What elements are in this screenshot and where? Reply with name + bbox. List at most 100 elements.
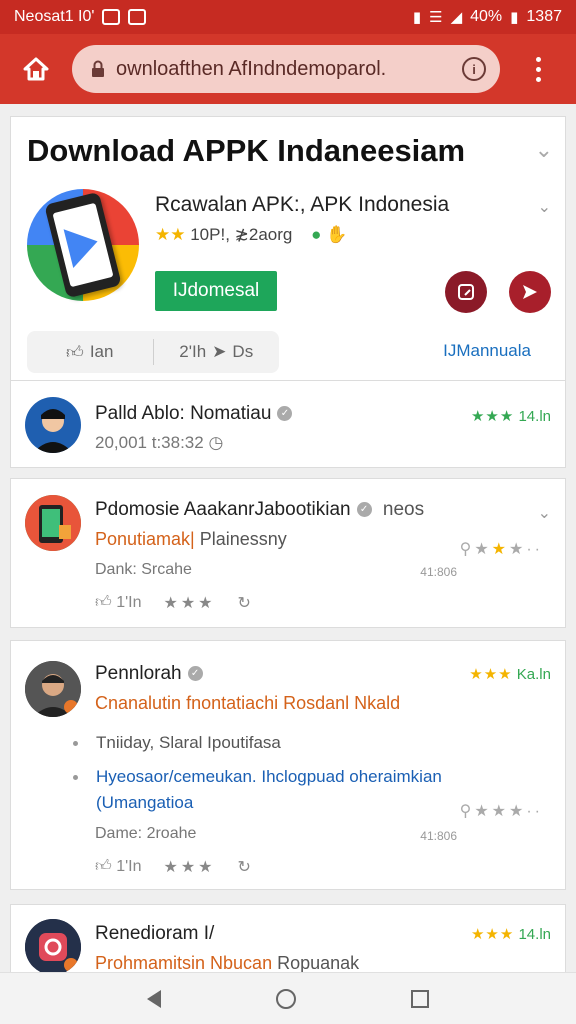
chevron-down-icon[interactable]: ⌄ xyxy=(538,503,551,523)
app-subtitle: Rcawalan APK:, APK Indonesia xyxy=(155,193,450,216)
overflow-menu-button[interactable] xyxy=(500,34,576,104)
thumbs-up-icon: 👍︎ xyxy=(66,342,84,362)
verified-icon: ✓ xyxy=(356,502,372,518)
battery-icon: ▮ xyxy=(510,9,519,26)
more-vert-icon xyxy=(535,56,541,62)
browser-toolbar: ownloafthen AfIndndemoparol. i xyxy=(0,34,576,104)
status-left-text: Neosat1 I0' xyxy=(14,8,95,25)
signal-icon: ◢ xyxy=(450,9,463,26)
person-icon xyxy=(33,409,73,453)
reply-icon[interactable]: ↻ xyxy=(238,593,251,613)
review-actions: 👍︎ 1'In ★★★ ↻ xyxy=(95,857,251,877)
message-icon xyxy=(128,9,147,25)
reviewer-name: Pdomosie AaakanrJabootikian ✓ neos xyxy=(95,499,425,520)
camera-app-icon xyxy=(25,919,81,972)
clock-icon: ◷ xyxy=(208,433,224,452)
star-icon: ★★★ xyxy=(470,408,515,425)
url-text[interactable]: ownloafthen AfIndndemoparol. xyxy=(116,58,462,81)
clock: 1387 xyxy=(526,8,562,25)
star-icon: ⚲★★★·· xyxy=(459,803,543,820)
review-date: Dame: 2roahe xyxy=(95,825,197,842)
battery-percent: 40% xyxy=(470,8,503,25)
close-icon[interactable]: ⌄ xyxy=(535,137,553,163)
home-circle-icon[interactable] xyxy=(275,988,296,1009)
review-card[interactable]: Pdomosie AaakanrJabootikian ✓ neos ⌄ Ponu… xyxy=(10,478,566,628)
send-button[interactable] xyxy=(509,271,551,313)
rating-text: 10P!, ≵2aorg xyxy=(190,225,293,244)
avatar xyxy=(25,495,81,551)
page-content[interactable]: Download APPK Indaneesiam ⌄ Rcawalan APK… xyxy=(0,104,576,972)
app-icon xyxy=(27,189,139,301)
app-rating: ★★ 10P!, ≵2aorg ● ✋ xyxy=(155,225,347,245)
star-icon: ★★★ xyxy=(470,926,515,943)
home-icon xyxy=(23,57,49,81)
avatar xyxy=(25,919,81,972)
star-icon: ★★★ xyxy=(469,666,513,683)
like-bar: 👍︎ Ian 2'Ih ➤ Ds xyxy=(27,331,279,373)
info-icon[interactable]: i xyxy=(462,57,486,81)
chevron-down-icon[interactable]: ⌄ xyxy=(538,197,551,217)
verified-icon: ✓ xyxy=(277,406,293,422)
status-bar: Neosat1 I0' ▮ ☰ ◢ 40% ▮ 1387 xyxy=(0,0,576,34)
app-store-icon xyxy=(25,495,81,551)
play-icon xyxy=(63,221,103,269)
wifi-icon: ☰ xyxy=(429,9,443,26)
review-small-number: 41:806 xyxy=(420,565,457,579)
thumbs-up-icon: 👍︎ xyxy=(95,594,112,611)
manual-link[interactable]: IJMannuala xyxy=(443,341,531,361)
star-icon[interactable]: ★★★ xyxy=(163,857,215,877)
star-icon: ⚲★ xyxy=(459,541,492,558)
review-subtitle: Ponutiamak| Plainessny xyxy=(95,529,287,549)
google-play-icon: ● xyxy=(311,225,322,244)
send-icon xyxy=(523,285,537,299)
star-icon[interactable]: ★★★ xyxy=(163,593,215,613)
list-item[interactable]: Hyeosaor/cemeukan. Ihclogpuad oheraimkia… xyxy=(73,767,442,787)
review-date: Dank: Srcahe xyxy=(95,561,192,578)
home-button[interactable] xyxy=(0,34,72,104)
review-rating: ★★★ Ka.ln xyxy=(469,666,551,683)
list-item: Tniiday, Slaral Ipoutifasa xyxy=(73,733,281,753)
edit-icon xyxy=(458,284,474,300)
system-nav-bar xyxy=(0,972,576,1024)
review-subtitle: Cnanalutin fnontatiachi Rosdanl Nkald xyxy=(95,693,401,713)
app-card: Download APPK Indaneesiam ⌄ Rcawalan APK… xyxy=(10,116,566,380)
star-rating-row[interactable]: ⚲★★★·· xyxy=(460,801,543,821)
page-title: Download APPK Indaneesiam xyxy=(27,133,466,168)
review-card[interactable]: Palld Ablo: Nomatiau ✓ ★★★ 14.ln 20,001 t… xyxy=(10,380,566,468)
download-button[interactable]: IJdomesal xyxy=(155,271,277,311)
back-icon[interactable] xyxy=(147,989,162,1008)
reviewer-name: Palld Ablo: Nomatiau ✓ xyxy=(95,403,293,425)
star-icon: ★★ xyxy=(155,225,186,244)
review-rating: ★★★ 14.ln xyxy=(470,408,551,425)
reviewer-name: Renedioram I/ xyxy=(95,923,215,944)
share-button[interactable] xyxy=(445,271,487,313)
list-item[interactable]: (Umangatioa xyxy=(96,793,193,813)
lock-icon xyxy=(92,60,104,77)
star-rating-row[interactable]: ⚲★★★·· xyxy=(460,539,543,559)
phone-icon xyxy=(44,191,122,299)
recents-icon[interactable] xyxy=(410,989,429,1008)
reply-icon[interactable]: ↻ xyxy=(238,857,251,877)
like-button[interactable]: 👍︎ 1'In xyxy=(95,857,141,877)
notification-icon xyxy=(102,9,121,25)
address-bar[interactable]: ownloafthen AfIndndemoparol. i xyxy=(72,45,500,93)
second-action-button[interactable]: 2'Ih ➤ Ds xyxy=(154,342,280,362)
like-button[interactable]: 👍︎ Ian xyxy=(27,342,153,363)
thumbs-up-icon: 👍︎ xyxy=(95,858,112,875)
avatar xyxy=(25,397,81,453)
review-meta: 20,001 t:38:32 ◷ xyxy=(95,433,224,452)
thumb-icon: ✋ xyxy=(326,225,348,244)
verified-icon: ✓ xyxy=(187,666,203,682)
review-card[interactable]: Renedioram I/ ★★★ 14.ln Prohmamitsin Nbu… xyxy=(10,904,566,972)
review-actions: 👍︎ 1'In ★★★ ↻ xyxy=(95,593,251,613)
avatar xyxy=(25,661,81,717)
reviewer-name: Pennlorah ✓ xyxy=(95,663,203,685)
review-subtitle: Prohmamitsin Nbucan Ropuanak xyxy=(95,953,360,972)
battery-saver-icon: ▮ xyxy=(412,9,422,26)
tag-icon: ➤ xyxy=(212,342,227,361)
person-icon xyxy=(25,661,81,717)
like-button[interactable]: 👍︎ 1'In xyxy=(95,593,141,613)
review-small-number: 41:806 xyxy=(420,829,457,843)
review-rating: ★★★ 14.ln xyxy=(470,926,551,943)
review-card[interactable]: Pennlorah ✓ ★★★ Ka.ln Cnanalutin fnontati… xyxy=(10,640,566,890)
